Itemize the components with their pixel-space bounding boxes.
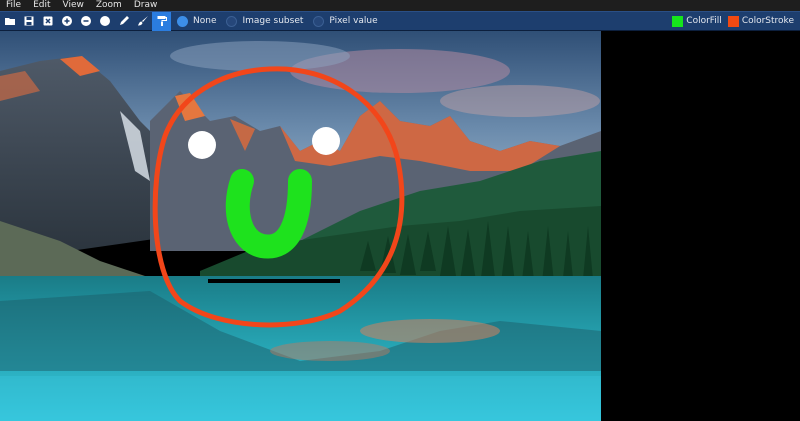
pencil-tool-button[interactable] [114, 12, 133, 31]
folder-open-icon [4, 18, 15, 25]
paint-roller-icon [157, 16, 167, 26]
radio-pixel-value-label: Pixel value [329, 16, 378, 26]
radio-indicator [177, 15, 188, 27]
color-stroke-swatch[interactable] [727, 15, 739, 27]
radio-indicator [226, 15, 238, 27]
brush-tool-button[interactable] [133, 12, 152, 31]
menu-draw[interactable]: Draw [134, 0, 158, 11]
color-stroke-selector[interactable]: ColorStroke [727, 15, 794, 27]
color-stroke-label: ColorStroke [741, 16, 794, 26]
circle-icon [99, 16, 110, 26]
menu-bar: File Edit View Zoom Draw [0, 0, 800, 11]
landscape-image [0, 31, 601, 421]
color-fill-label: ColorFill [686, 16, 722, 26]
zoom-in-button[interactable] [57, 12, 76, 31]
color-selectors: ColorFill ColorStroke [672, 12, 800, 30]
fill-tool-button[interactable] [152, 11, 171, 31]
radio-pixel-value[interactable]: Pixel value [313, 15, 378, 27]
radio-none[interactable]: None [177, 15, 217, 27]
brush-icon [137, 16, 148, 26]
color-fill-selector[interactable]: ColorFill [672, 15, 722, 27]
close-icon [43, 16, 52, 26]
menu-file[interactable]: File [6, 0, 21, 11]
zoom-in-icon [61, 16, 72, 26]
save-button[interactable] [19, 12, 38, 31]
pencil-icon [119, 16, 129, 25]
open-button[interactable] [0, 12, 19, 31]
circle-tool-button[interactable] [95, 12, 114, 31]
radio-image-subset-label: Image subset [242, 16, 304, 26]
radio-indicator [313, 15, 325, 27]
color-fill-swatch[interactable] [672, 15, 684, 27]
radio-image-subset[interactable]: Image subset [226, 15, 304, 27]
menu-zoom[interactable]: Zoom [96, 0, 122, 11]
zoom-out-button[interactable] [76, 12, 95, 31]
menu-view[interactable]: View [63, 0, 84, 11]
save-icon [24, 16, 33, 26]
radio-none-label: None [193, 16, 217, 26]
close-button[interactable] [38, 12, 57, 31]
menu-edit[interactable]: Edit [33, 0, 50, 11]
zoom-out-icon [80, 16, 91, 26]
toolbar: None Image subset Pixel value ColorFill … [0, 11, 800, 31]
canvas-area[interactable] [0, 31, 800, 421]
